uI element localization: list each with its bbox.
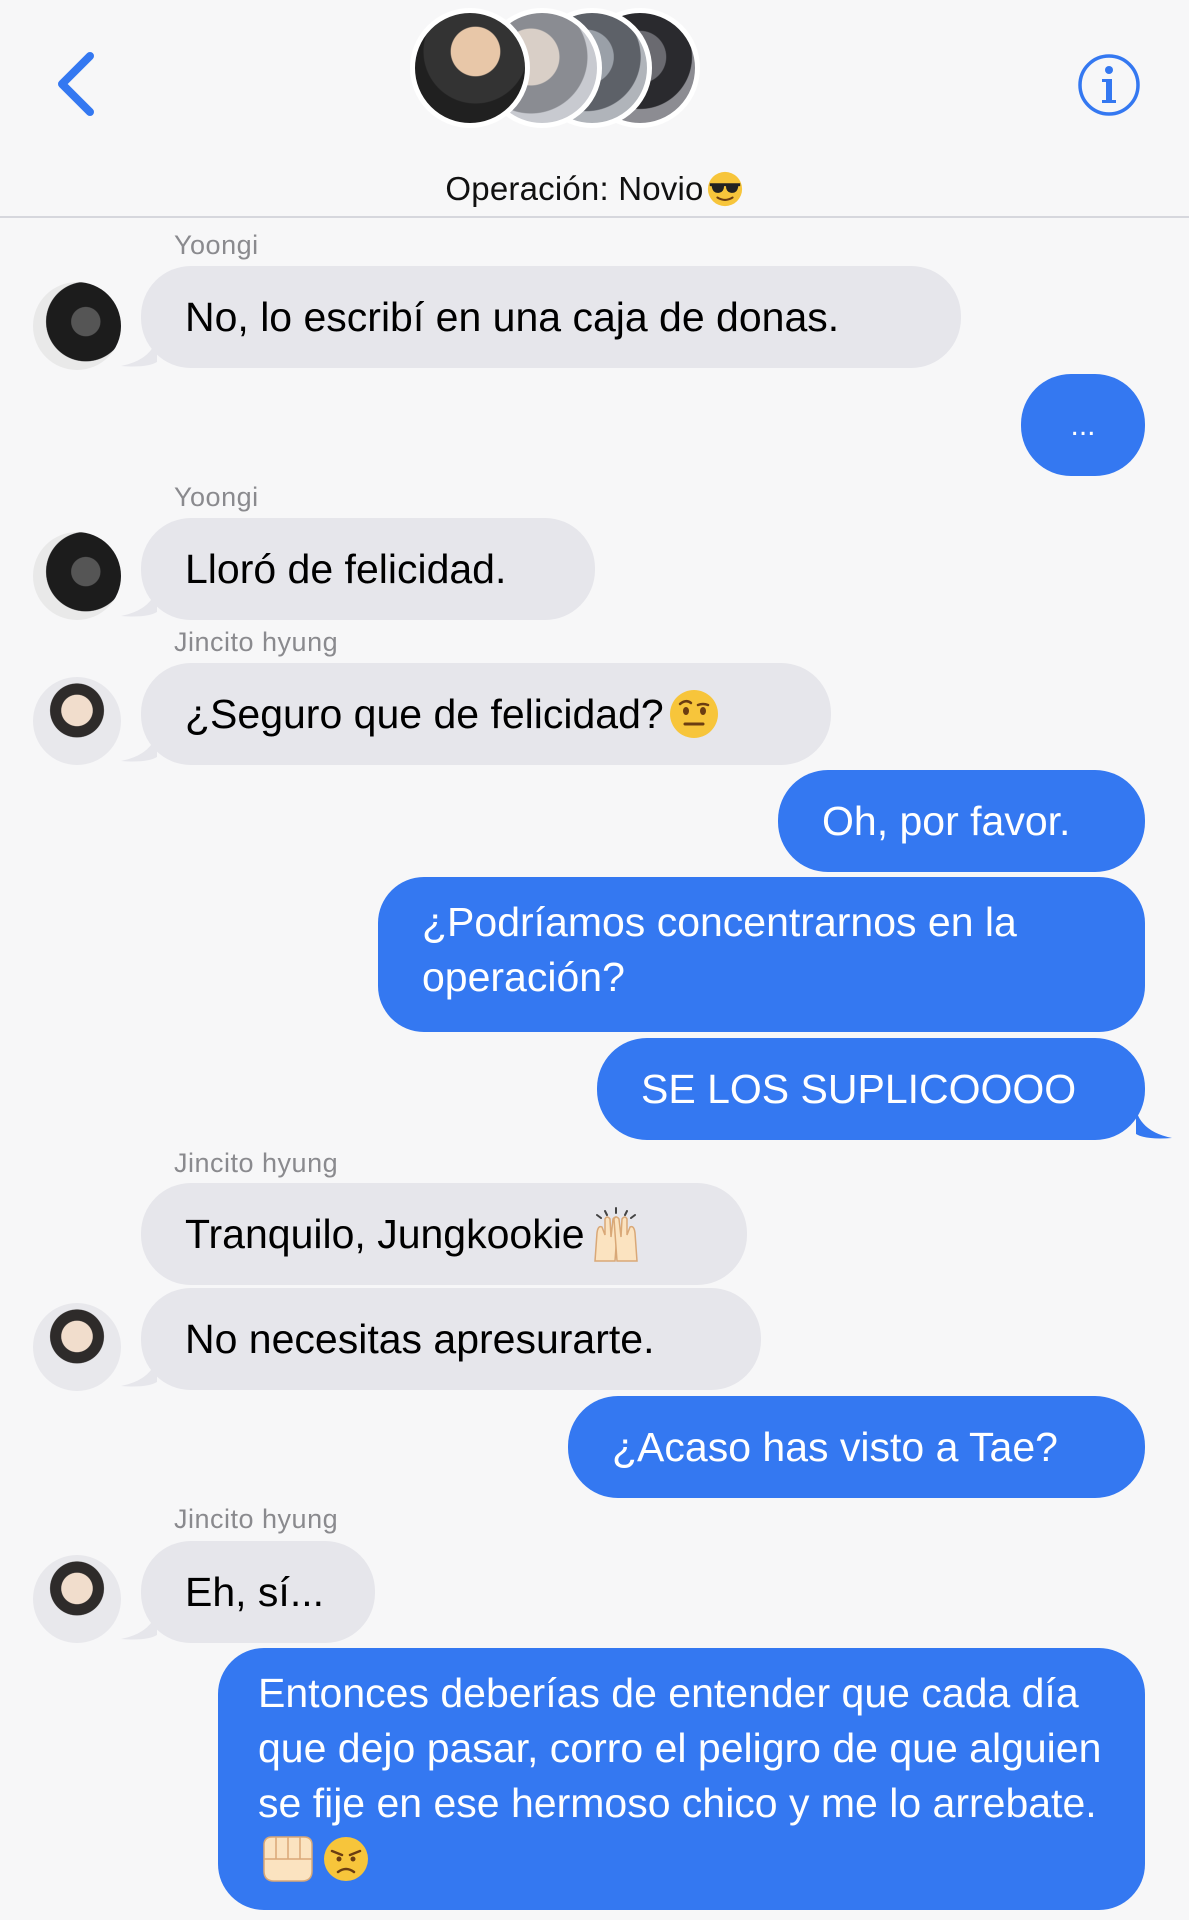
sent-message[interactable]: ... (1021, 374, 1145, 476)
info-icon (1078, 54, 1140, 116)
sender-name: Yoongi (174, 482, 259, 512)
sent-message[interactable]: Entonces deberías de entender que cada d… (218, 1648, 1145, 1910)
avatar (33, 1303, 121, 1391)
fist-and-angry-emoji-icon (263, 1836, 368, 1882)
avatar (33, 282, 121, 370)
back-button[interactable] (48, 44, 108, 124)
message-text: Tranquilo, Jungkookie (185, 1210, 585, 1257)
sunglasses-emoji-icon (707, 171, 742, 207)
message-text: No necesitas apresurarte. (185, 1315, 655, 1362)
message-text: ¿Seguro que de felicidad? (185, 690, 664, 737)
info-button[interactable] (1076, 52, 1142, 118)
message-text: SE LOS SUPLICOOOO (641, 1065, 1077, 1112)
sender-name: Jincito hyung (174, 627, 339, 657)
received-message[interactable]: No necesitas apresurarte. (141, 1288, 761, 1390)
message-text: ¿Podríamos concentrarnos en la operación… (422, 899, 1017, 1000)
received-message[interactable]: ¿Seguro que de felicidad? (141, 663, 831, 765)
group-title[interactable]: Operación: Novio (0, 170, 1189, 208)
chevron-left-icon (58, 52, 94, 116)
avatar (410, 8, 530, 128)
sent-message[interactable]: ¿Acaso has visto a Tae? (568, 1396, 1145, 1498)
received-message[interactable]: Lloró de felicidad. (141, 518, 595, 620)
sent-message[interactable]: ¿Podríamos concentrarnos en la operación… (378, 877, 1145, 1032)
sent-message[interactable]: Oh, por favor. (778, 770, 1145, 872)
received-message[interactable]: No, lo escribí en una caja de donas. (141, 266, 961, 368)
message-text: No, lo escribí en una caja de donas. (185, 293, 840, 340)
avatar (33, 532, 121, 620)
avatar (33, 1555, 121, 1643)
group-title-text: Operación: Novio (445, 170, 704, 207)
received-message[interactable]: Eh, sí... (141, 1541, 375, 1643)
bubble-tail (1136, 1110, 1172, 1139)
group-avatars[interactable] (410, 8, 700, 128)
avatar (33, 677, 121, 765)
received-message[interactable]: Tranquilo, Jungkookie (141, 1183, 747, 1285)
message-text: Eh, sí... (185, 1568, 324, 1615)
raised-eyebrow-emoji-icon (669, 690, 718, 738)
sent-message[interactable]: SE LOS SUPLICOOOO (597, 1038, 1145, 1140)
sender-name: Yoongi (174, 230, 259, 260)
sender-name: Jincito hyung (174, 1504, 339, 1534)
message-text: Entonces deberías de entender que cada d… (258, 1670, 1102, 1826)
raising-hands-emoji-icon (593, 1207, 638, 1262)
message-text: Oh, por favor. (822, 797, 1071, 844)
message-text: Lloró de felicidad. (185, 545, 507, 592)
message-text: ... (1070, 408, 1096, 442)
message-text: ¿Acaso has visto a Tae? (612, 1423, 1058, 1470)
conversation-header: Operación: Novio (0, 0, 1189, 218)
header-divider (0, 216, 1189, 218)
sender-name: Jincito hyung (174, 1148, 339, 1178)
